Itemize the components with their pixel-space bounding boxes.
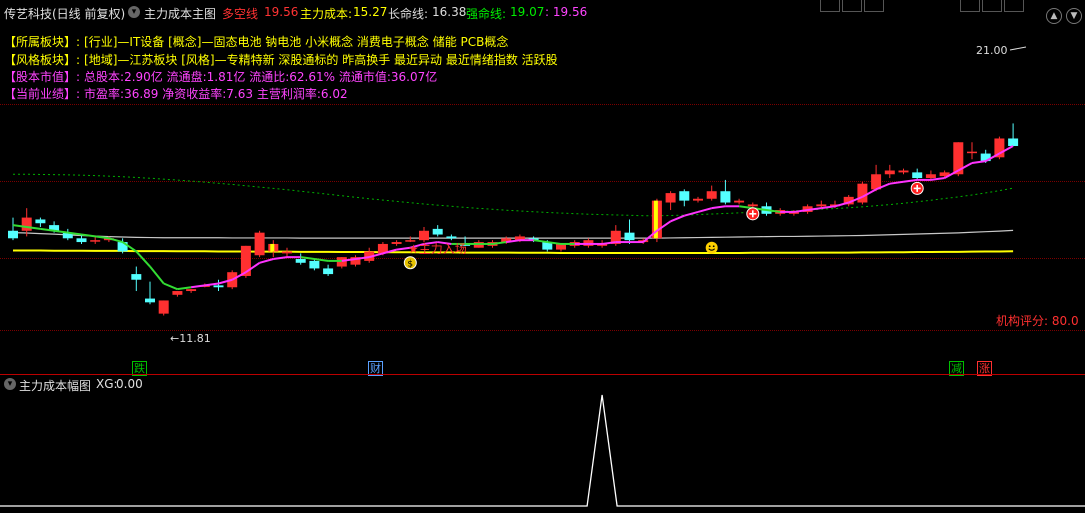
trend-line-segment [711, 205, 726, 210]
dollar-badge-icon-glyph: $ [407, 259, 413, 269]
candle-body [912, 172, 923, 179]
trend-line-segment [149, 265, 165, 285]
trend-line-segment [684, 210, 699, 217]
smiley-icon [705, 241, 718, 254]
high-price-label: 21.00 [976, 44, 1008, 57]
trend-line-segment [903, 178, 918, 183]
candle-body [624, 232, 635, 241]
candle-body [282, 251, 292, 254]
candle-body [679, 191, 690, 201]
candle-body [720, 191, 731, 203]
candle-body [884, 170, 895, 175]
candle-body [158, 300, 169, 314]
candle-body [925, 174, 936, 179]
trend-line-segment [889, 180, 904, 185]
chevron-down-icon[interactable]: ▾ [4, 378, 16, 390]
trend-line-segment [135, 250, 151, 268]
candle-body [309, 260, 320, 269]
candle-body [172, 291, 183, 295]
candle-body [295, 259, 306, 263]
trend-line-segment [533, 239, 548, 244]
candle-body [446, 236, 457, 239]
candle-body [747, 204, 758, 207]
main-cost-line [13, 249, 1014, 254]
trend-line-segment [697, 207, 712, 213]
candle-body [693, 198, 703, 201]
trend-line-segment [204, 282, 219, 287]
candle-body [967, 151, 977, 154]
signal-bar [270, 243, 275, 252]
trend-line-segment [177, 286, 192, 291]
trend-line-segment [190, 284, 205, 289]
smiley-eye [708, 245, 711, 248]
candle-body [145, 298, 155, 303]
candle-body [665, 193, 676, 203]
xg-signal-line [0, 394, 1085, 507]
candle-body [254, 232, 265, 256]
candle-body [186, 289, 197, 292]
panel-separator[interactable] [0, 374, 1085, 375]
candle-body [76, 238, 87, 243]
main-entry-label: ★主力入场 [408, 242, 467, 256]
trend-line-segment [300, 256, 315, 261]
trend-line-segment [53, 229, 68, 234]
low-price-label: ←11.81 [170, 332, 211, 345]
candle-body [857, 183, 868, 203]
candle-body [1008, 138, 1019, 147]
trend-line-segment [971, 160, 986, 164]
candle-body [131, 274, 142, 280]
long-life-line [12, 229, 1014, 239]
xg-value: 0.00 [116, 377, 143, 391]
trend-line-segment [163, 282, 178, 291]
candle-body [391, 242, 402, 244]
candle-body [734, 200, 745, 203]
candlestick-chart[interactable]: $ [0, 0, 1085, 360]
candle-body [432, 228, 443, 235]
xg-label: XG: [96, 377, 118, 391]
candle-body [8, 230, 18, 239]
rating-label: 机构评分: 80.0 [996, 314, 1079, 328]
candle-body [816, 204, 827, 207]
candle-body [323, 268, 334, 275]
candle-body [35, 219, 46, 224]
candle-body [213, 285, 224, 288]
trend-line-segment [314, 258, 329, 262]
smiley-eye [712, 245, 715, 248]
trend-line-segment [670, 214, 685, 223]
sub-indicator-chart[interactable] [0, 393, 1085, 513]
trend-line-segment [259, 258, 274, 264]
candle-body [898, 170, 909, 173]
candle-body [419, 230, 429, 241]
candle-body [21, 217, 32, 231]
subpanel-title[interactable]: 主力成本幅图 [19, 377, 91, 394]
candle-body [90, 240, 101, 242]
high-price-arrow [1009, 46, 1027, 51]
candle-body [706, 191, 717, 199]
trend-line-segment [273, 256, 288, 261]
trend-line-segment [930, 177, 945, 181]
trend-line-segment [821, 205, 836, 210]
